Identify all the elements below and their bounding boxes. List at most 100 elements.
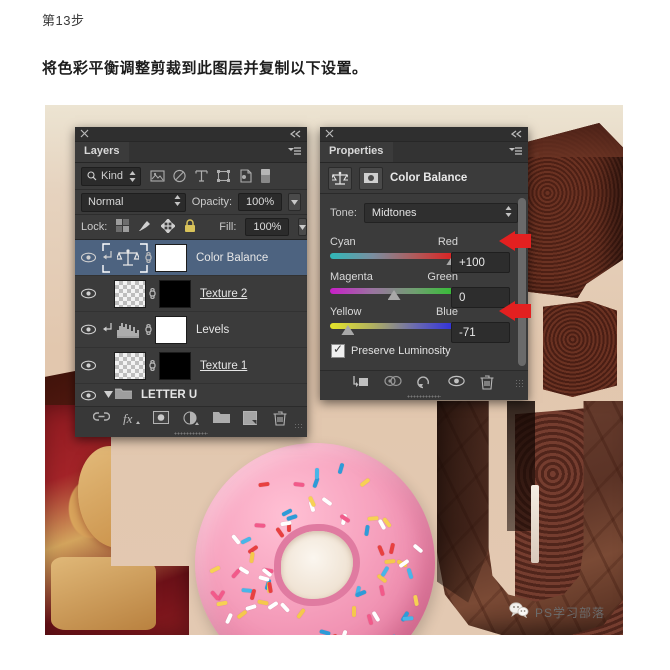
layers-panel-titlebar <box>75 127 307 142</box>
blend-mode-select[interactable]: Normal <box>81 192 186 212</box>
tab-layers[interactable]: Layers <box>75 142 130 162</box>
lock-all-icon[interactable] <box>184 218 196 236</box>
delete-adjustment-icon[interactable] <box>480 374 496 390</box>
link-layers-icon[interactable] <box>92 411 111 427</box>
layer-style-fx-icon[interactable]: fx <box>123 411 140 427</box>
svg-text:fx: fx <box>123 411 133 425</box>
shape-layer-filter-icon[interactable] <box>216 169 231 184</box>
collapse-icon[interactable] <box>511 130 523 138</box>
preserve-luminosity-checkbox[interactable] <box>331 342 345 358</box>
group-expand-triangle-icon[interactable] <box>101 390 115 400</box>
layer-group-row[interactable]: LETTER U <box>75 384 307 406</box>
collapse-icon[interactable] <box>290 130 302 138</box>
panel-menu-icon[interactable] <box>288 147 301 160</box>
add-mask-icon[interactable] <box>153 410 169 427</box>
layer-mask-thumbnail[interactable] <box>159 279 191 308</box>
sprinkle <box>249 551 256 563</box>
tab-properties[interactable]: Properties <box>320 142 394 162</box>
tone-spinner-icon[interactable] <box>505 206 512 220</box>
toggle-visibility-icon[interactable] <box>448 375 465 390</box>
filter-kind-spinner-icon[interactable] <box>129 170 136 182</box>
slider-left-label: Cyan <box>330 236 356 248</box>
slider-value-field[interactable]: -71 <box>451 322 510 343</box>
slider-track[interactable] <box>330 252 460 265</box>
layer-list[interactable]: Color Balance Texture 2 Levels Texture 1 <box>75 240 307 384</box>
pixel-layer-filter-icon[interactable] <box>150 169 165 184</box>
close-icon[interactable] <box>325 129 334 138</box>
opacity-value[interactable]: 100% <box>238 193 283 211</box>
step-label: 第13步 <box>42 13 85 28</box>
properties-scrollbar[interactable] <box>518 198 526 366</box>
lock-transparency-icon[interactable] <box>116 219 130 235</box>
sprinkle <box>351 605 356 617</box>
properties-resize-grip[interactable] <box>515 379 524 388</box>
lock-image-icon[interactable] <box>138 219 152 235</box>
layer-row[interactable]: Levels <box>75 312 307 348</box>
sprinkle <box>209 590 220 602</box>
layer-visibility-icon[interactable] <box>75 288 101 299</box>
sprinkle <box>208 565 221 574</box>
reset-adjustment-icon[interactable] <box>416 375 432 390</box>
layer-mask-thumbnail[interactable] <box>155 315 187 344</box>
layer-content-thumbnail[interactable] <box>114 279 146 308</box>
opacity-dropdown-icon[interactable] <box>288 193 301 211</box>
new-group-icon[interactable] <box>213 411 230 427</box>
layers-bottom-toolbar: fx <box>75 406 307 432</box>
previous-state-icon[interactable] <box>384 375 402 390</box>
tone-select[interactable]: Midtones <box>363 203 518 223</box>
adjustment-layer-filter-icon[interactable] <box>172 169 187 184</box>
layer-visibility-icon[interactable] <box>75 324 101 335</box>
filter-toggle-icon[interactable] <box>260 168 275 184</box>
slider-track[interactable] <box>330 287 458 300</box>
layer-adjustment-thumbnail[interactable] <box>114 317 142 343</box>
sprinkle <box>319 629 331 635</box>
sprinkle <box>384 559 397 565</box>
smart-object-filter-icon[interactable] <box>238 168 253 184</box>
sprinkle <box>321 496 333 507</box>
layer-row[interactable]: Texture 1 <box>75 348 307 384</box>
new-adjustment-layer-icon[interactable] <box>183 410 199 427</box>
layer-row[interactable]: Texture 2 <box>75 276 307 312</box>
color-balance-slider: Yellow Blue -71 <box>330 306 518 343</box>
type-layer-filter-icon[interactable] <box>194 169 209 184</box>
layer-visibility-icon[interactable] <box>75 360 101 371</box>
layer-mask-thumbnail[interactable] <box>159 351 191 380</box>
sprinkle <box>244 603 257 611</box>
slider-track[interactable] <box>330 322 458 335</box>
preset-dropdown-icon[interactable] <box>359 166 383 190</box>
close-icon[interactable] <box>80 129 89 138</box>
color-balance-slider: Cyan Red +100 <box>330 236 518 273</box>
slider-labels: Magenta Green <box>330 271 458 283</box>
opacity-label: Opacity: <box>191 196 233 208</box>
layer-visibility-icon[interactable] <box>75 252 101 263</box>
fill-dropdown-icon[interactable] <box>298 218 308 236</box>
blend-mode-row: Normal Opacity: 100% <box>75 190 307 215</box>
slider-value-field[interactable]: +100 <box>451 252 510 273</box>
mask-link-icon[interactable] <box>142 322 155 337</box>
sprinkle <box>236 609 248 620</box>
panel-menu-icon[interactable] <box>509 147 522 160</box>
slider-right-label: Green <box>427 271 458 283</box>
properties-scrollbar-thumb[interactable] <box>518 198 526 366</box>
lock-position-icon[interactable] <box>160 217 177 236</box>
folder-icon <box>115 387 132 403</box>
filter-kind-select[interactable]: Kind <box>81 166 142 186</box>
sprinkle <box>376 544 385 556</box>
mask-link-icon[interactable] <box>146 358 159 373</box>
layer-row[interactable]: Color Balance <box>75 240 307 276</box>
preserve-luminosity-row[interactable]: Preserve Luminosity <box>331 342 518 358</box>
fill-value[interactable]: 100% <box>245 218 290 236</box>
panel-drag-handle[interactable] <box>75 430 307 437</box>
mask-link-icon[interactable] <box>146 286 159 301</box>
layer-mask-thumbnail[interactable] <box>155 243 187 272</box>
layers-panel-tabrow: Layers <box>75 142 307 163</box>
new-layer-icon[interactable] <box>243 410 259 427</box>
layer-content-thumbnail[interactable] <box>114 351 146 380</box>
group-visibility-icon[interactable] <box>75 390 101 401</box>
sprinkle <box>257 599 269 606</box>
delete-layer-icon[interactable] <box>273 410 289 427</box>
tone-value: Midtones <box>371 207 417 219</box>
properties-drag-handle[interactable] <box>320 393 528 400</box>
clip-to-layer-icon[interactable] <box>352 375 368 390</box>
blend-mode-spinner-icon[interactable] <box>174 195 181 209</box>
